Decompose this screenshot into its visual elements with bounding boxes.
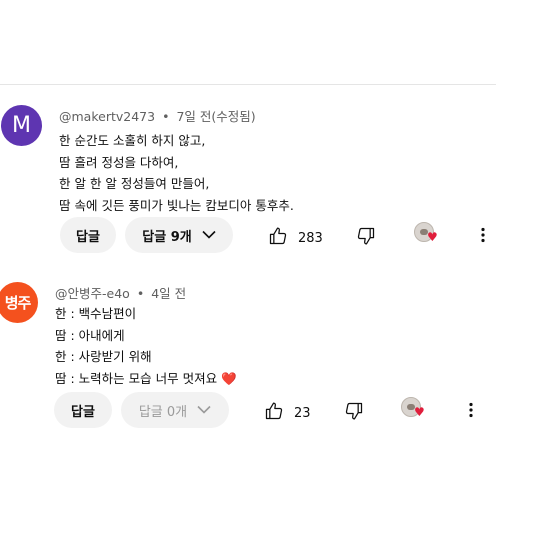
chevron-down-icon: [202, 228, 216, 243]
comment-time[interactable]: 4일 전: [151, 286, 186, 301]
comment-text: 한 순간도 소홀히 하지 않고, 땀 흘려 정성을 다하여, 한 알 한 알 정…: [59, 130, 294, 216]
comment-actions: 답글 답글 9개 283 ♥: [0, 217, 560, 255]
thumbs-up-icon: [264, 401, 284, 425]
dislike-button[interactable]: [356, 226, 376, 250]
comment-line: 땀 : 아내에게: [55, 327, 125, 343]
comment-line: 땀 : 노력하는 모습 너무 멋져요: [55, 370, 218, 386]
reply-button-label: 답글: [71, 404, 95, 420]
view-replies-label: 답글 0개: [138, 404, 188, 420]
author-name[interactable]: @makertv2473: [59, 109, 155, 124]
avatar[interactable]: 병주: [0, 282, 38, 323]
separator-dot: •: [162, 109, 170, 124]
comment-line: 한 : 백수남편이: [55, 306, 137, 321]
comment-header: @makertv2473 • 7일 전(수정됨): [59, 106, 256, 125]
reply-button[interactable]: 답글: [60, 217, 116, 253]
like-button[interactable]: 283: [268, 226, 323, 250]
more-vertical-icon[interactable]: [462, 401, 480, 419]
comment-line: 땀 흘려 정성을 다하여,: [59, 154, 179, 170]
comment-time[interactable]: 7일 전(수정됨): [176, 109, 255, 124]
like-count: 283: [298, 230, 323, 246]
reply-button-label: 답글: [76, 229, 100, 245]
thumbs-down-icon: [356, 227, 376, 250]
comment-line: 땀 속에 깃든 풍미가 빛나는 캄보디아 통후추.: [59, 197, 294, 213]
comment-actions: 답글 답글 0개 23 ♥: [0, 392, 560, 430]
thumbs-up-icon: [268, 226, 288, 250]
creator-heart-badge: ♥: [414, 222, 440, 248]
more-vertical-icon[interactable]: [474, 226, 492, 244]
comment-header: @안병주-e4o • 4일 전: [55, 283, 186, 302]
avatar[interactable]: M: [1, 105, 42, 146]
author-name[interactable]: @안병주-e4o: [55, 286, 130, 301]
creator-heart-icon: ♥: [414, 405, 425, 419]
separator-dot: •: [136, 286, 145, 301]
comment-text: 한 : 백수남편이 땀 : 아내에게 한 : 사랑받기 위해 땀 : 노력하는 …: [55, 303, 237, 389]
view-replies-button[interactable]: 답글 9개: [125, 217, 233, 253]
like-button[interactable]: 23: [264, 401, 311, 425]
view-replies-label: 답글 9개: [142, 229, 192, 245]
thumbs-down-icon: [344, 402, 364, 425]
creator-heart-icon: ♥: [427, 230, 438, 244]
like-count: 23: [294, 405, 311, 421]
view-replies-button[interactable]: 답글 0개: [121, 392, 229, 428]
comment-line: 한 알 한 알 정성들여 만들어,: [59, 176, 210, 191]
divider: [0, 84, 496, 85]
comment-line: 한 순간도 소홀히 하지 않고,: [59, 133, 206, 148]
dislike-button[interactable]: [344, 401, 364, 425]
creator-heart-badge: ♥: [401, 397, 427, 423]
heart-emoji: ❤️: [221, 370, 237, 386]
comment-line: 한 : 사랑받기 위해: [55, 349, 152, 364]
chevron-down-icon: [197, 403, 211, 418]
reply-button[interactable]: 답글: [54, 392, 112, 428]
